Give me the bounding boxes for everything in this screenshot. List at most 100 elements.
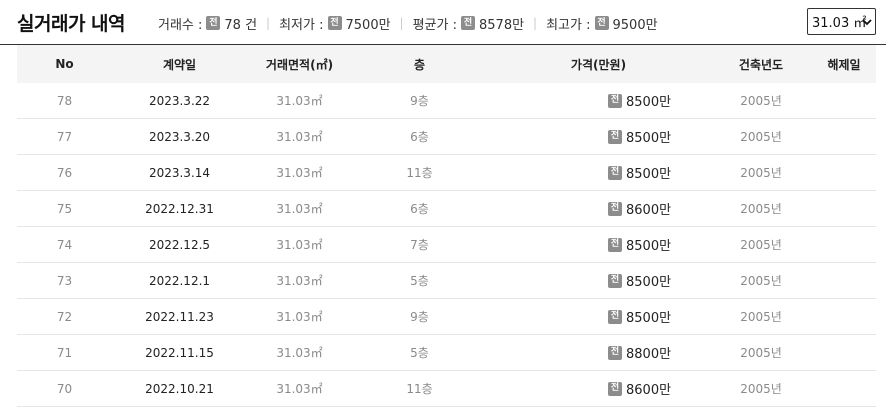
cell-no: 73 [56,273,73,288]
table-row: 71 2022.11.15 31.03㎡ 5층 전 8800만 2005년 [17,335,876,371]
cell-year: 2005년 [740,274,782,288]
cell-area: 31.03㎡ [276,238,323,252]
cell-year: 2005년 [740,94,782,108]
cell-floor: 5층 [410,346,429,360]
col-header-area: 거래면적(㎡) [265,57,334,72]
jeonse-badge: 전 [608,93,622,108]
price-value: 8500만 [626,239,672,254]
jeonse-badge: 전 [608,381,622,396]
jeonse-badge: 전 [594,16,609,30]
jeonse-badge: 전 [327,16,342,30]
cell-year: 2005년 [740,238,782,252]
chevron-down-icon [862,19,872,26]
cell-price: 전 8500만 [487,163,710,182]
cell-floor: 5층 [410,274,429,288]
stat-value: 9500만 [612,17,658,33]
cell-floor: 11층 [406,382,433,396]
cell-year: 2005년 [740,382,782,396]
price-value: 8800만 [626,347,672,362]
jeonse-badge: 전 [608,201,622,216]
cell-price: 전 8500만 [487,235,710,254]
cell-date: 2023.3.22 [148,93,211,108]
cell-date: 2022.11.23 [145,309,214,324]
table-row: 74 2022.12.5 31.03㎡ 7층 전 8500만 2005년 [17,227,876,263]
stat-max: 최고가 : 전 9500만 [546,14,658,33]
stat-value: 7500만 [345,17,391,33]
cell-date: 2022.10.21 [145,381,214,396]
price-value: 8500만 [626,167,672,182]
cell-price: 전 8500만 [487,91,710,110]
price-value: 8500만 [626,131,672,146]
divider: | [266,16,271,30]
area-select-value: 31.03 ㎡ [812,16,867,31]
cell-date: 2023.3.20 [148,129,211,144]
jeonse-badge: 전 [461,16,475,30]
cell-floor: 9층 [410,94,429,108]
cell-price: 전 8500만 [487,127,710,146]
stat-count: 거래수 : 전 78 건 [158,14,257,33]
jeonse-badge: 전 [608,129,622,144]
cell-area: 31.03㎡ [276,94,323,108]
summary-stats: 거래수 : 전 78 건 | 최저가 : 전 7500만 | 평균가 : 전 8… [158,13,658,33]
cell-year: 2005년 [740,310,782,324]
cell-price: 전 8600만 [487,379,710,398]
stat-avg: 평균가 : 전 8578만 [413,14,524,33]
cell-area: 31.03㎡ [276,130,323,144]
jeonse-badge: 전 [608,165,622,180]
cell-floor: 11층 [406,166,433,180]
stat-label: 최고가 : [546,17,591,33]
divider: | [399,16,404,30]
jeonse-badge: 전 [608,237,622,252]
cell-no: 72 [56,309,73,324]
jeonse-badge: 전 [608,309,622,324]
stat-label: 평균가 : [412,17,457,33]
stat-label: 최저가 : [279,17,324,33]
cell-floor: 7층 [410,238,429,252]
jeonse-badge: 전 [608,273,622,288]
cell-date: 2022.12.1 [148,273,211,288]
col-header-price: 가격(만원) [570,57,627,72]
cell-price: 전 8500만 [487,271,710,290]
cell-floor: 6층 [410,202,429,216]
col-header-no: No [55,57,74,71]
cell-year: 2005년 [740,346,782,360]
cell-area: 31.03㎡ [276,310,323,324]
cell-price: 전 8800만 [487,343,710,362]
jeonse-badge: 전 [608,345,622,360]
table-header: No 계약일 거래면적(㎡) 층 가격(만원) 건축년도 해제일 [17,45,876,83]
cell-no: 75 [56,201,73,216]
price-value: 8600만 [626,383,672,398]
cell-year: 2005년 [740,166,782,180]
real-transaction-panel: 실거래가 내역 거래수 : 전 78 건 | 최저가 : 전 7500만 | 평… [0,0,886,412]
col-header-year: 건축년도 [738,57,784,72]
table-row: 72 2022.11.23 31.03㎡ 9층 전 8500만 2005년 [17,299,876,335]
stat-min: 최저가 : 전 7500만 [279,14,391,33]
cell-no: 71 [56,345,73,360]
table-row: 75 2022.12.31 31.03㎡ 6층 전 8600만 2005년 [17,191,876,227]
price-value: 8500만 [626,95,672,110]
cell-year: 2005년 [740,130,782,144]
cell-no: 78 [56,93,73,108]
cell-date: 2023.3.14 [148,165,211,180]
cell-area: 31.03㎡ [276,274,323,288]
cell-floor: 9층 [410,310,429,324]
area-select[interactable]: 31.03 ㎡ [807,8,876,35]
cell-floor: 6층 [410,130,429,144]
table-row: 77 2023.3.20 31.03㎡ 6층 전 8500만 2005년 [17,119,876,155]
col-header-date: 계약일 [162,57,197,72]
stat-value: 8578만 [479,17,525,33]
jeonse-badge: 전 [206,16,221,30]
price-value: 8600만 [626,203,672,218]
cell-area: 31.03㎡ [276,202,323,216]
stat-label: 거래수 : [158,17,203,33]
table-row: 70 2022.10.21 31.03㎡ 11층 전 8600만 2005년 [17,371,876,407]
cell-no: 76 [56,165,73,180]
table-row: 78 2023.3.22 31.03㎡ 9층 전 8500만 2005년 [17,83,876,119]
cell-no: 77 [56,129,73,144]
cell-price: 전 8600만 [487,199,710,218]
cell-date: 2022.12.31 [145,201,214,216]
cell-year: 2005년 [740,202,782,216]
cell-date: 2022.12.5 [148,237,211,252]
stat-value: 78 건 [224,17,258,33]
cell-no: 74 [56,237,73,252]
